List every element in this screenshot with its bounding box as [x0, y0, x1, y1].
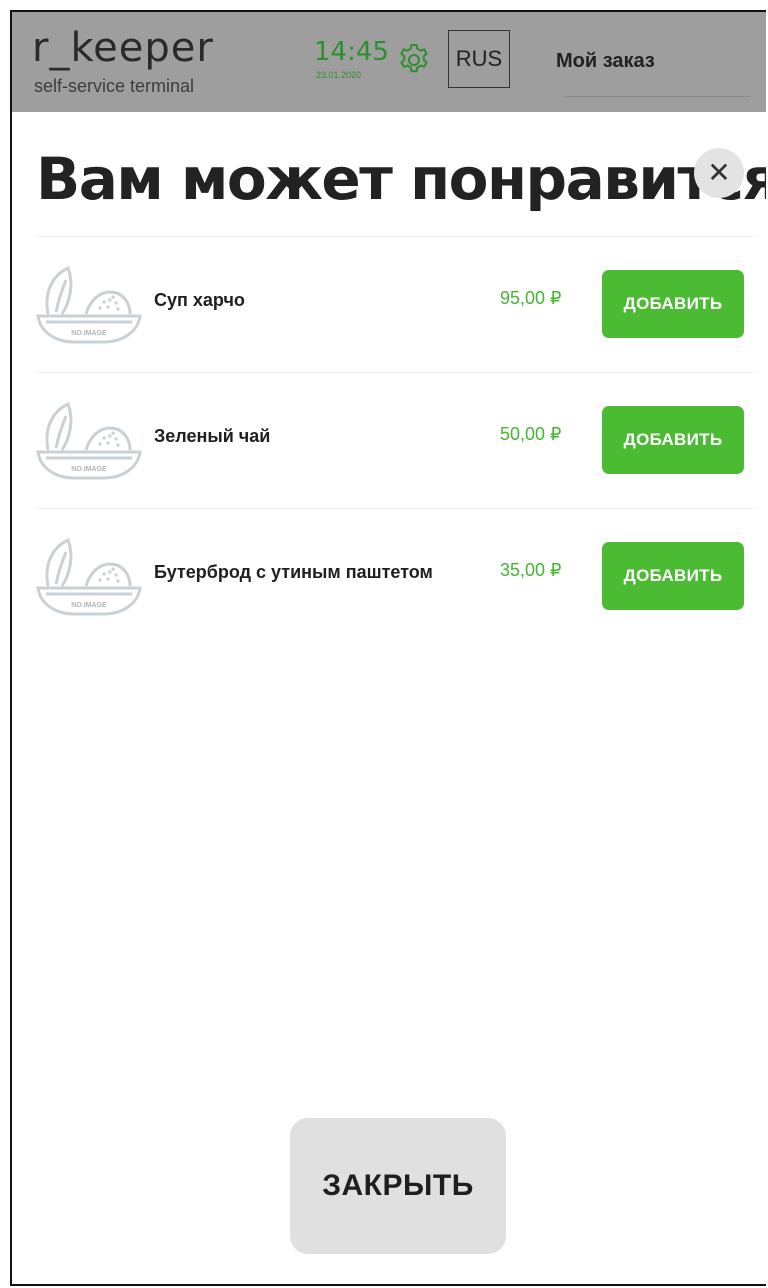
item-price: 95,00 ₽ — [500, 288, 562, 308]
close-icon[interactable]: ✕ — [694, 148, 744, 198]
no-image-icon: NO IMAGE — [36, 537, 142, 616]
app-frame: r_keeper self-service terminal 14:45 23.… — [10, 10, 766, 1286]
no-image-label: NO IMAGE — [71, 466, 107, 473]
no-image-label: NO IMAGE — [71, 602, 107, 609]
logo-subtitle: self-service terminal — [34, 76, 195, 96]
language-button[interactable]: RUS — [448, 30, 510, 88]
list-item: NO IMAGE Зеленый чай 50,00 ₽ ДОБАВИТЬ — [12, 374, 766, 508]
no-image-label: NO IMAGE — [71, 330, 107, 337]
list-item: NO IMAGE Бутерброд с утиным паштетом 35,… — [12, 510, 766, 644]
divider — [36, 236, 758, 237]
header-bar: r_keeper self-service terminal 14:45 23.… — [12, 12, 766, 112]
list-item: NO IMAGE Суп харчо 95,00 ₽ ДОБАВИТЬ — [12, 238, 766, 372]
logo: r_keeper — [32, 25, 214, 71]
no-image-icon: NO IMAGE — [36, 401, 142, 480]
clock-date: 23.01.2020 — [316, 70, 362, 80]
divider — [36, 372, 758, 373]
item-name: Бутерброд с утиным паштетом — [154, 562, 433, 582]
add-button[interactable]: ДОБАВИТЬ — [602, 406, 744, 474]
my-order-label[interactable]: Мой заказ — [556, 50, 655, 73]
item-price: 50,00 ₽ — [500, 424, 562, 444]
item-price: 35,00 ₽ — [500, 560, 562, 580]
clock-time: 14:45 — [314, 37, 389, 67]
add-button[interactable]: ДОБАВИТЬ — [602, 542, 744, 610]
divider — [36, 508, 758, 509]
item-name: Суп харчо — [154, 290, 245, 310]
order-underline — [564, 96, 750, 97]
no-image-icon: NO IMAGE — [36, 265, 142, 344]
close-button[interactable]: ЗАКРЫТЬ — [290, 1118, 506, 1254]
add-button[interactable]: ДОБАВИТЬ — [602, 270, 744, 338]
modal-title: Вам может понравится — [36, 145, 766, 213]
gear-icon[interactable] — [396, 42, 432, 78]
item-name: Зеленый чай — [154, 426, 271, 446]
